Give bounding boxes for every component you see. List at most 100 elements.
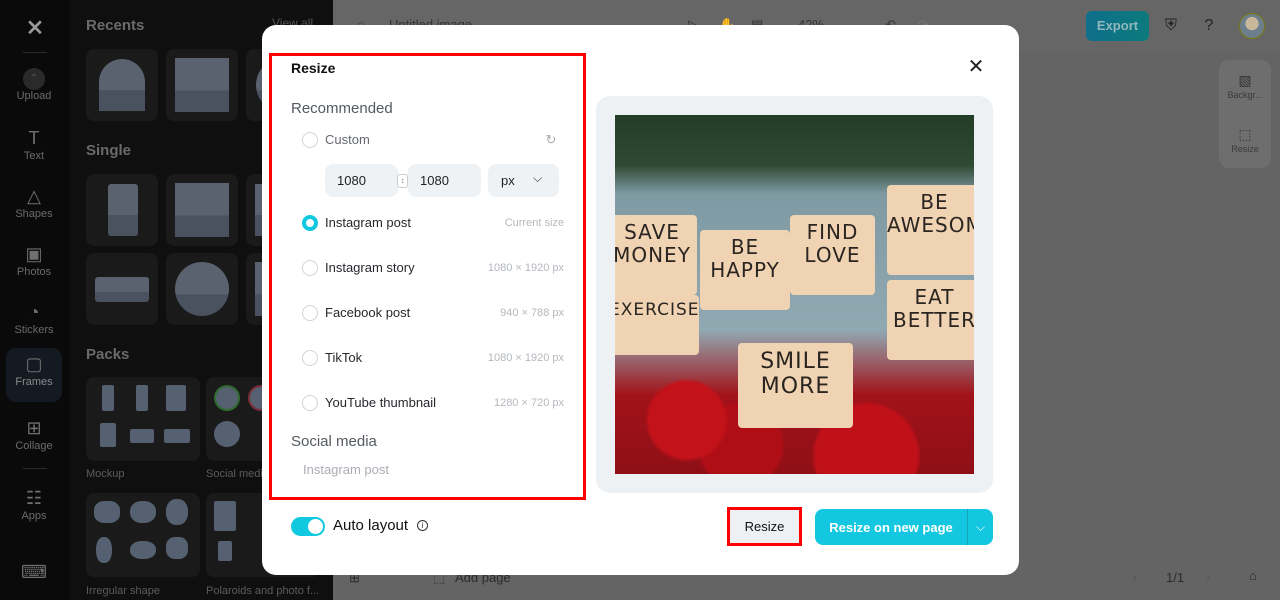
option-label: TikTok: [325, 350, 363, 365]
rail-item-shapes[interactable]: △ Shapes: [6, 180, 62, 234]
right-tools: ▧ Backgr... ⬚ Resize: [1219, 60, 1271, 168]
reset-icon[interactable]: ↻: [543, 132, 559, 148]
recommended-heading: Recommended: [291, 100, 393, 117]
radio[interactable]: [302, 350, 318, 366]
left-rail: ⨯ ⌃ Upload T Text △ Shapes ▣ Photos ◔ St…: [0, 0, 70, 600]
rail-item-upload[interactable]: ⌃ Upload: [6, 64, 62, 118]
background-icon: ▧: [1238, 72, 1252, 88]
frame-thumb[interactable]: [166, 253, 238, 325]
upload-icon: ⌃: [23, 68, 45, 90]
rail-item-frames[interactable]: ▢ Frames: [6, 348, 62, 402]
pack-mockup[interactable]: [86, 377, 200, 461]
preview-card: SMILE MORE: [738, 343, 853, 428]
help-icon[interactable]: ?: [1198, 15, 1220, 37]
preview-card: FIND LOVE: [790, 215, 875, 295]
resize-icon: ⬚: [1238, 126, 1252, 142]
option-custom[interactable]: Custom: [302, 129, 564, 151]
stickers-icon: ◔: [28, 302, 40, 322]
social-media-heading: Social media: [291, 433, 377, 450]
collage-icon: ⊞: [26, 418, 42, 438]
option-label: Custom: [325, 132, 370, 147]
option-tiktok[interactable]: TikTok 1080 × 1920 px: [302, 347, 564, 369]
option-label: Instagram post: [325, 215, 411, 230]
divider: [23, 468, 47, 469]
tool-label: Resize: [1231, 144, 1259, 154]
recents-heading: Recents: [86, 17, 145, 34]
expand-panel-icon[interactable]: ⌂: [1249, 568, 1257, 583]
chevron-down-icon: ⌵: [533, 171, 543, 185]
rail-item-text[interactable]: T Text: [6, 122, 62, 176]
option-size: 940 × 788 px: [500, 307, 564, 319]
user-avatar[interactable]: [1239, 13, 1265, 39]
preview-card: EAT BETTER: [887, 280, 974, 360]
rail-item-label: Text: [23, 150, 45, 162]
radio[interactable]: [302, 132, 318, 148]
rail-item-photos[interactable]: ▣ Photos: [6, 238, 62, 292]
rail-item-label: Apps: [21, 510, 47, 522]
rail-item-stickers[interactable]: ◔ Stickers: [6, 296, 62, 350]
frame-thumb[interactable]: [86, 49, 158, 121]
option-label: YouTube thumbnail: [325, 395, 437, 410]
auto-layout-label: Auto layout: [333, 517, 409, 534]
keyboard-shortcuts-button[interactable]: ⌨: [6, 556, 62, 586]
packs-heading: Packs: [86, 346, 130, 363]
rail-item-label: Stickers: [14, 324, 54, 336]
preview-card: SAVE MONEY: [615, 215, 697, 295]
capcut-logo-icon[interactable]: ⨯: [20, 14, 50, 39]
social-media-item[interactable]: Instagram post: [303, 462, 389, 477]
option-instagram-post[interactable]: Instagram post Current size: [302, 212, 564, 234]
option-facebook-post[interactable]: Facebook post 940 × 788 px: [302, 302, 564, 324]
rail-item-label: Collage: [15, 440, 53, 452]
option-instagram-story[interactable]: Instagram story 1080 × 1920 px: [302, 257, 564, 279]
annotation-highlight: [727, 507, 802, 546]
rail-item-apps[interactable]: ☷ Apps: [6, 482, 62, 536]
frames-icon: ▢: [25, 354, 43, 374]
radio-selected[interactable]: [302, 215, 318, 231]
rail-item-label: Photos: [16, 266, 52, 278]
single-heading: Single: [86, 142, 132, 159]
frame-thumb[interactable]: [86, 174, 158, 246]
rail-item-collage[interactable]: ⊞ Collage: [6, 412, 62, 466]
prev-page-icon[interactable]: ‹: [1133, 570, 1137, 585]
pack-label: Social media: [206, 468, 269, 480]
resize-tool[interactable]: ⬚ Resize: [1219, 124, 1271, 154]
frame-thumb[interactable]: [86, 253, 158, 325]
option-size: 1080 × 1920 px: [487, 262, 564, 274]
background-tool[interactable]: ▧ Backgr...: [1219, 70, 1271, 100]
resize-on-new-page-button[interactable]: Resize on new page: [815, 509, 967, 545]
info-icon[interactable]: i: [417, 520, 428, 531]
aspect-lock-icon[interactable]: ↕: [397, 174, 408, 188]
option-label: Instagram story: [325, 260, 415, 275]
auto-layout-toggle[interactable]: [291, 517, 325, 536]
pack-irregular-shape[interactable]: [86, 493, 200, 577]
radio[interactable]: [302, 260, 318, 276]
radio[interactable]: [302, 305, 318, 321]
unit-value: px: [501, 173, 515, 188]
rail-item-label: Shapes: [15, 208, 53, 220]
shield-check-icon[interactable]: ⛨: [1160, 15, 1182, 37]
frame-thumb[interactable]: [166, 174, 238, 246]
option-size: 1080 × 1920 px: [487, 352, 564, 364]
text-icon: T: [28, 128, 40, 148]
pack-label: Polaroids and photo f...: [206, 585, 320, 597]
preview-card: EXERCISE: [615, 295, 699, 355]
preview-card: BE HAPPY: [700, 230, 790, 310]
tool-label: Backgr...: [1227, 90, 1263, 100]
export-button[interactable]: Export: [1086, 11, 1149, 41]
height-input[interactable]: [408, 164, 481, 197]
preview-image: SAVE MONEY BE HAPPY FIND LOVE BE AWESOME…: [615, 115, 974, 474]
preview-card: BE AWESOME: [887, 185, 974, 275]
photos-icon: ▣: [25, 244, 43, 264]
keyboard-icon: ⌨: [21, 562, 47, 582]
close-icon[interactable]: ✕: [964, 56, 988, 80]
page-indicator: 1/1: [1166, 570, 1185, 585]
next-page-icon[interactable]: ›: [1206, 570, 1210, 585]
radio[interactable]: [302, 395, 318, 411]
unit-select[interactable]: px ⌵: [488, 164, 559, 197]
frame-thumb[interactable]: [166, 49, 238, 121]
chevron-down-icon[interactable]: ⌵: [967, 509, 993, 545]
option-size: Current size: [504, 217, 564, 229]
pack-label: Mockup: [86, 468, 125, 480]
width-input[interactable]: [325, 164, 398, 197]
option-youtube-thumbnail[interactable]: YouTube thumbnail 1280 × 720 px: [302, 392, 564, 414]
